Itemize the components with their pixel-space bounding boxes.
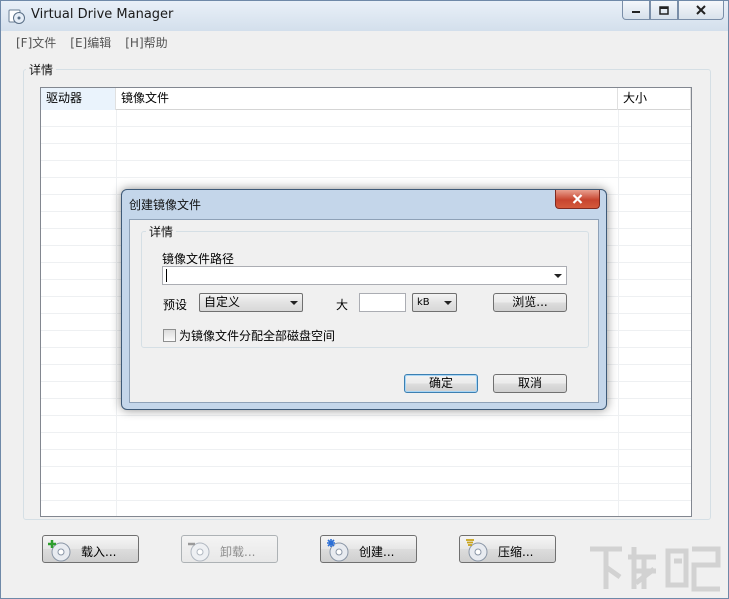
unload-label: 卸载...: [220, 545, 256, 559]
close-button[interactable]: [678, 1, 724, 20]
checkbox-box[interactable]: [163, 329, 176, 342]
preset-value: 自定义: [204, 295, 241, 309]
dialog-body: 详情 镜像文件路径 预设 自定义 大 kB 浏览... 为镜像文件分配全部磁盘空…: [129, 219, 599, 403]
allocate-space-label: 为镜像文件分配全部磁盘空间: [179, 329, 336, 343]
create-button[interactable]: 创建...: [320, 535, 417, 563]
image-path-combobox[interactable]: [162, 266, 567, 285]
menu-bar: [F]文件 [E]编辑 [H]帮助: [9, 32, 721, 52]
size-label: 大: [336, 298, 349, 312]
table-row: [41, 416, 691, 433]
dialog-group-label: 详情: [146, 223, 177, 240]
menu-file[interactable]: [F]文件: [9, 34, 63, 51]
text-caret: [166, 269, 167, 282]
close-icon: [572, 194, 583, 204]
compress-button[interactable]: 压缩...: [459, 535, 556, 563]
compress-label: 压缩...: [498, 545, 534, 559]
details-group-label: 详情: [26, 61, 57, 78]
load-disc-icon: [48, 540, 71, 562]
dialog-title: 创建镜像文件: [129, 198, 202, 212]
minimize-icon: [632, 11, 640, 13]
sort-arrow-icon: ▲: [74, 91, 80, 99]
preset-label: 预设: [163, 298, 188, 312]
browse-button[interactable]: 浏览...: [493, 293, 567, 312]
close-icon: [696, 5, 706, 15]
watermark-logo: [590, 546, 721, 592]
dialog-close-button[interactable]: [555, 190, 600, 209]
unload-disc-icon: [188, 542, 210, 562]
preset-select[interactable]: 自定义: [199, 293, 303, 312]
create-image-dialog: 创建镜像文件 详情 镜像文件路径 预设 自定义 大 kB 浏览... 为镜像文件…: [121, 189, 607, 410]
table-row: [41, 110, 691, 127]
chevron-down-icon: [290, 301, 298, 305]
column-header-image-file[interactable]: 镜像文件: [116, 88, 618, 110]
chevron-down-icon[interactable]: [554, 274, 562, 278]
unit-select[interactable]: kB: [412, 293, 457, 312]
chevron-down-icon: [444, 301, 452, 305]
list-header: ▲ 驱动器 镜像文件 大小: [41, 88, 691, 110]
column-header-drive[interactable]: ▲ 驱动器: [41, 88, 116, 110]
unload-button[interactable]: 卸载...: [181, 535, 278, 563]
table-row: [41, 450, 691, 467]
create-label: 创建...: [359, 545, 395, 559]
image-path-label: 镜像文件路径: [162, 252, 235, 266]
load-label: 载入...: [81, 545, 117, 559]
table-row: [41, 433, 691, 450]
menu-help[interactable]: [H]帮助: [118, 34, 174, 51]
ok-button[interactable]: 确定: [404, 374, 478, 393]
maximize-icon: [659, 5, 669, 15]
maximize-button[interactable]: [650, 1, 678, 20]
window-title: Virtual Drive Manager: [31, 7, 174, 22]
size-input[interactable]: [359, 293, 406, 312]
title-bar[interactable]: Virtual Drive Manager: [1, 1, 728, 31]
table-row: [41, 144, 691, 161]
load-button[interactable]: 载入...: [42, 535, 139, 563]
table-row: [41, 484, 691, 501]
app-icon: [8, 9, 25, 24]
minimize-button[interactable]: [622, 1, 650, 20]
compress-disc-icon: [466, 539, 488, 562]
table-row: [41, 161, 691, 178]
menu-edit[interactable]: [E]编辑: [63, 34, 118, 51]
column-header-size[interactable]: 大小: [618, 88, 691, 110]
cancel-button[interactable]: 取消: [493, 374, 567, 393]
table-row: [41, 501, 691, 516]
table-row: [41, 467, 691, 484]
create-disc-icon: [327, 539, 349, 562]
unit-value: kB: [417, 297, 430, 308]
allocate-space-checkbox[interactable]: 为镜像文件分配全部磁盘空间: [163, 327, 335, 344]
table-row: [41, 127, 691, 144]
